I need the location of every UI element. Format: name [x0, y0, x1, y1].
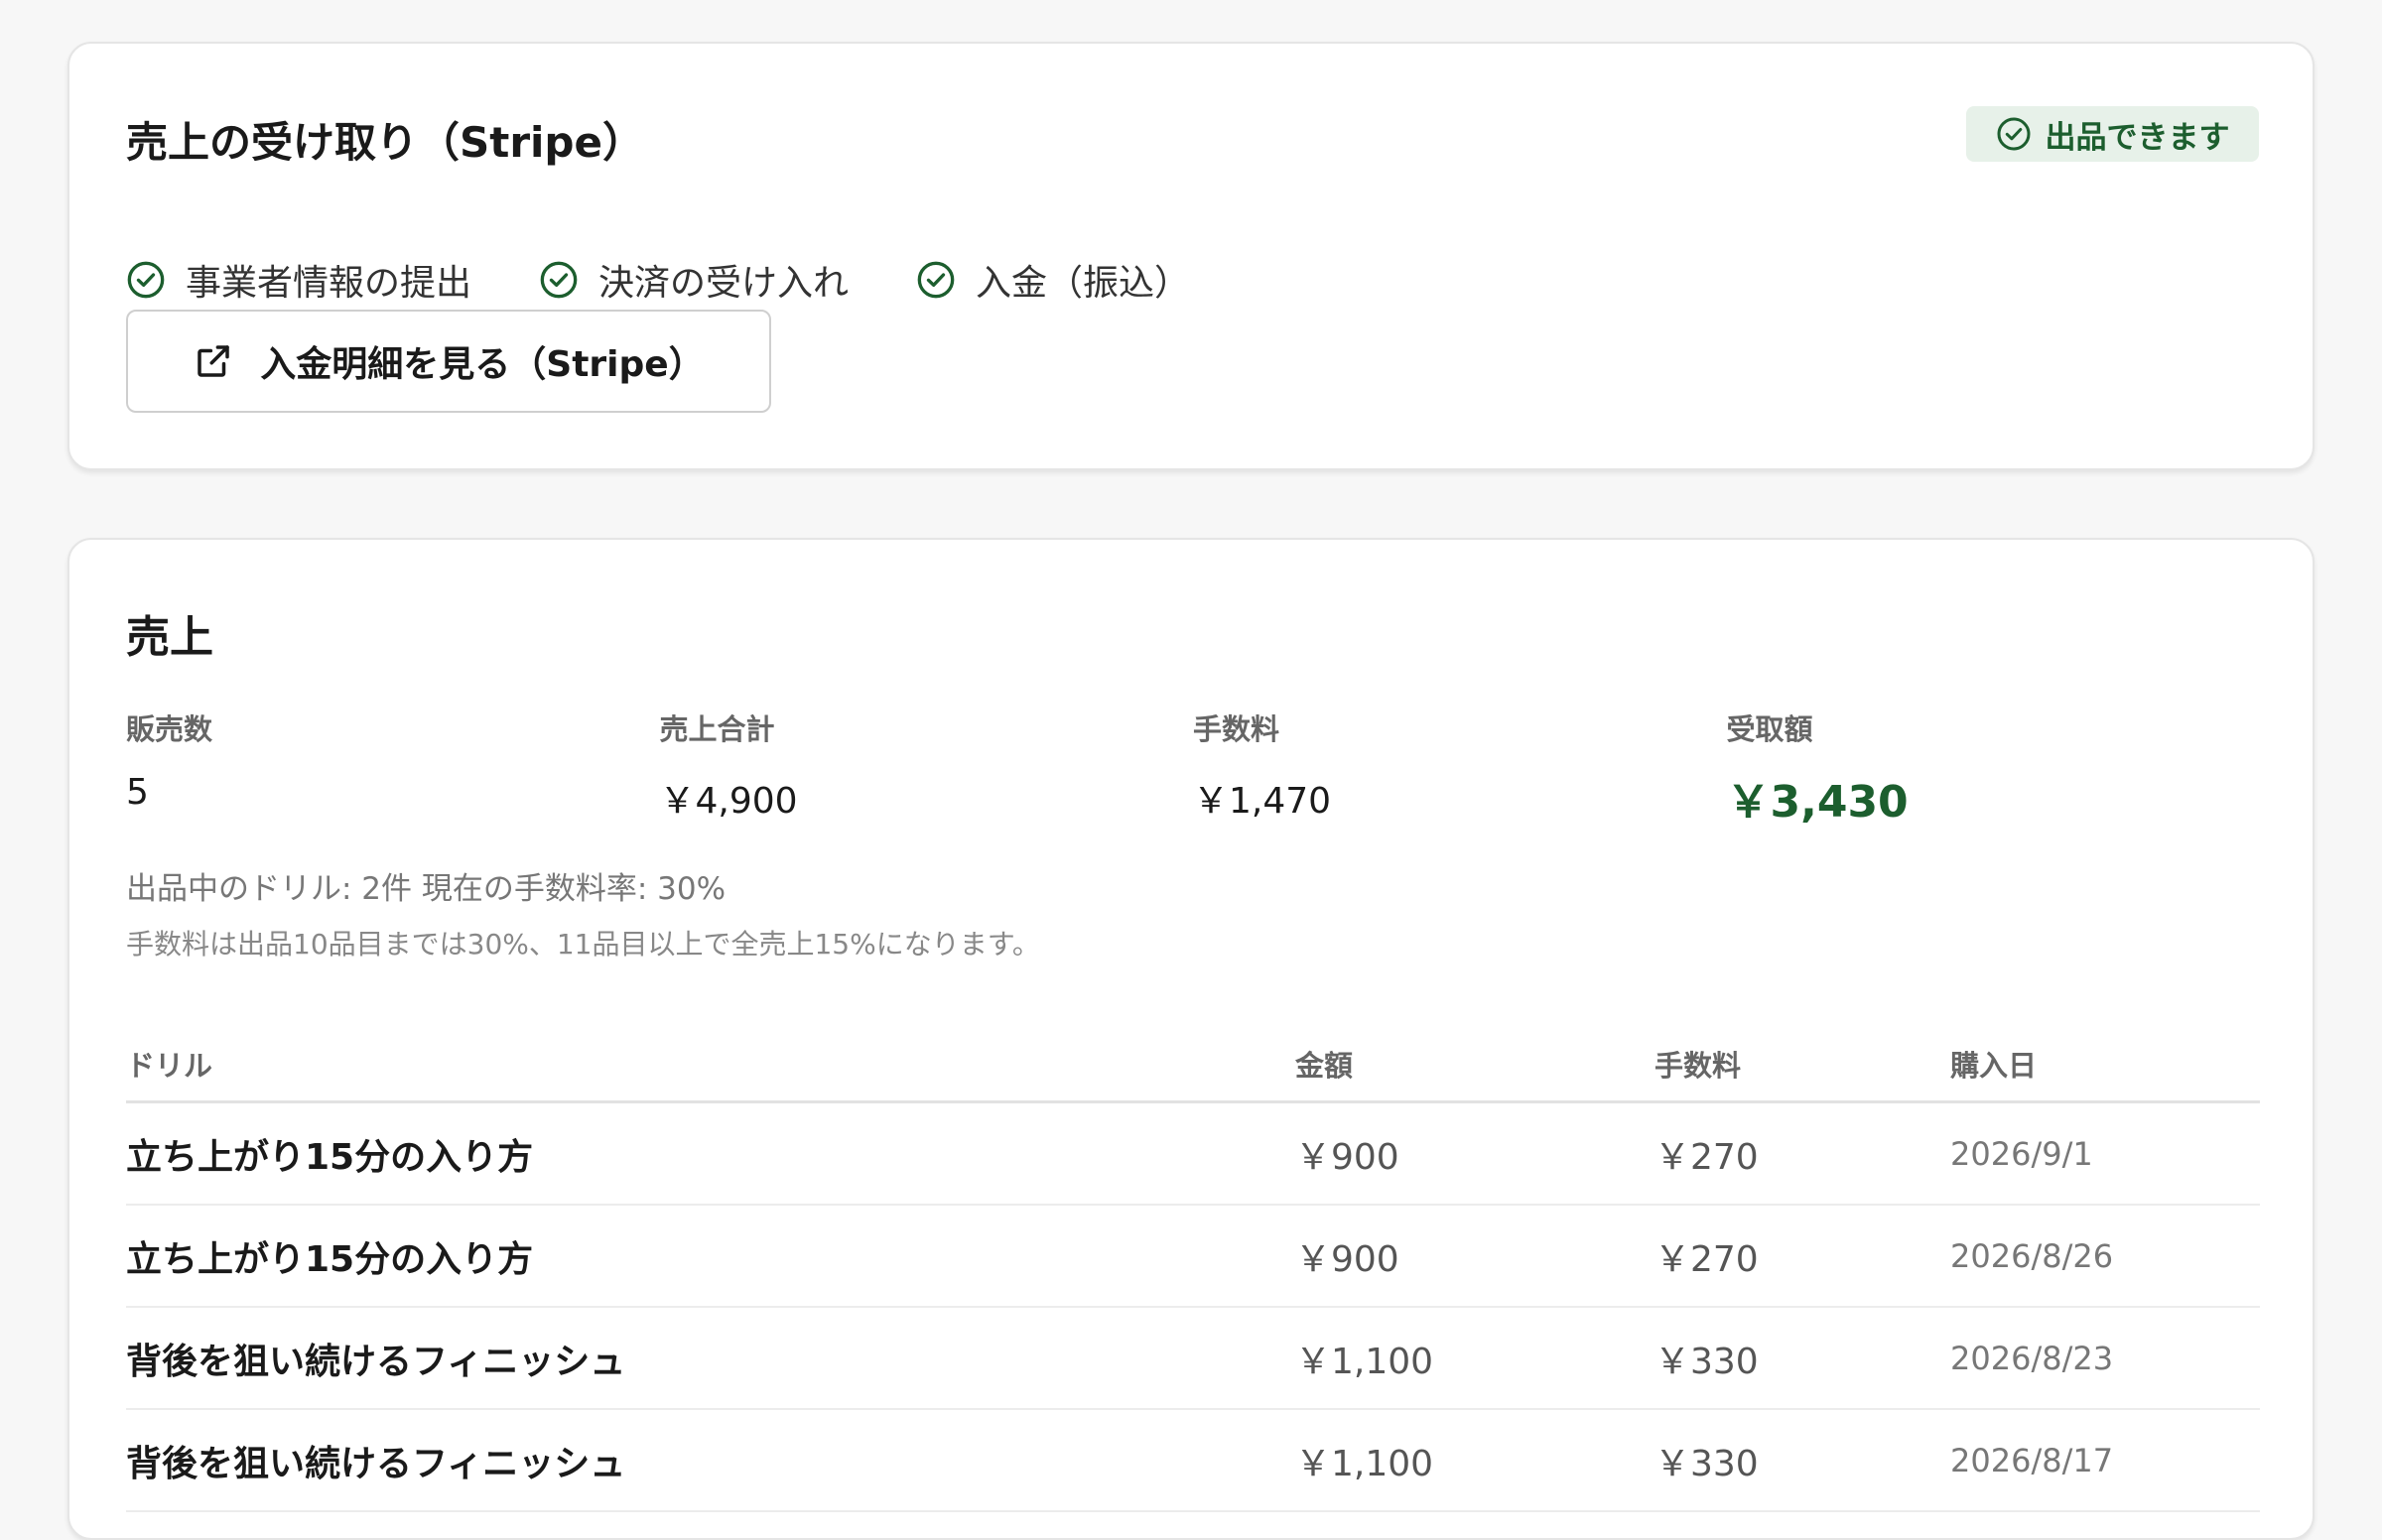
stripe-payout-card: 売上の受け取り（Stripe） 出品できます 事業者情報の提出 決済の受け入れ	[67, 42, 2315, 470]
table-header: ドリル 金額 手数料 購入日	[126, 1026, 2260, 1103]
cell-drill: 立ち上がり15分の入り方	[126, 1136, 534, 1178]
stat-fee: 手数料 ￥1,470	[1193, 706, 1727, 830]
cell-purchase-date: 2026/8/23	[1950, 1339, 2114, 1377]
cell-purchase-date: 2026/9/1	[1950, 1134, 2093, 1173]
status-badge-label: 出品できます	[2045, 119, 2230, 156]
cell-drill: 立ち上がり15分の入り方	[126, 1238, 534, 1280]
requirement-item: 事業者情報の提出	[126, 254, 471, 306]
stat-label: 売上合計	[659, 712, 775, 746]
stat-label: 手数料	[1193, 712, 1280, 746]
check-circle-icon	[1997, 117, 2030, 151]
requirement-label: 事業者情報の提出	[186, 263, 472, 304]
table-row: 立ち上がり15分の入り方 ￥900 ￥270 2026/8/26	[126, 1206, 2260, 1308]
cell-amount: ￥1,100	[1295, 1341, 1434, 1382]
status-badge: 出品できます	[1966, 106, 2259, 162]
external-link-icon	[198, 345, 230, 377]
requirement-item: 入金（振込）	[916, 254, 1190, 306]
table-row: 立ち上がり15分の入り方 ￥900 ￥270 2026/9/1	[126, 1103, 2260, 1206]
cell-fee: ￥270	[1654, 1136, 1759, 1178]
requirement-label: 入金（振込）	[976, 263, 1191, 304]
stat-value: ￥3,430	[1726, 777, 1909, 828]
stat-sales-total: 売上合計 ￥4,900	[660, 706, 1194, 830]
view-payouts-button[interactable]: 入金明細を見る（Stripe）	[126, 310, 771, 413]
column-header-amount: 金額	[1295, 1048, 1354, 1083]
cell-fee: ￥330	[1654, 1443, 1759, 1484]
requirement-list: 事業者情報の提出 決済の受け入れ 入金（振込）	[126, 254, 1257, 306]
column-header-drill: ドリル	[126, 1048, 213, 1083]
cell-purchase-date: 2026/8/17	[1950, 1441, 2114, 1479]
stripe-card-title: 売上の受け取り（Stripe）	[126, 118, 644, 167]
requirement-item: 決済の受け入れ	[539, 254, 849, 306]
cell-amount: ￥1,100	[1295, 1443, 1434, 1484]
stat-value: ￥1,470	[1193, 781, 1332, 822]
cell-amount: ￥900	[1295, 1136, 1399, 1178]
stat-value: ￥4,900	[659, 781, 798, 822]
stat-label: 販売数	[126, 712, 213, 746]
sales-card-title: 売上	[126, 612, 213, 663]
sales-card: 売上 販売数 5 売上合計 ￥4,900 手数料 ￥1,470 受取額 ￥3,4…	[67, 538, 2315, 1540]
cell-purchase-date: 2026/8/26	[1950, 1236, 2114, 1275]
cell-fee: ￥330	[1654, 1341, 1759, 1382]
column-header-fee: 手数料	[1654, 1048, 1742, 1083]
requirement-label: 決済の受け入れ	[598, 263, 850, 304]
fee-note: 手数料は出品10品目までは30%、11品目以上で全売上15%になります。	[126, 928, 1040, 961]
table-row: 背後を狙い続けるフィニッシュ ￥1,100 ￥330 2026/8/17	[126, 1410, 2260, 1512]
cell-drill: 背後を狙い続けるフィニッシュ	[126, 1341, 626, 1382]
view-payouts-button-label: 入金明細を見る（Stripe）	[260, 344, 705, 385]
listing-info: 出品中のドリル: 2件 現在の手数料率: 30%	[126, 871, 727, 907]
sales-stats: 販売数 5 売上合計 ￥4,900 手数料 ￥1,470 受取額 ￥3,430	[126, 706, 2260, 830]
check-circle-icon	[540, 261, 578, 299]
stat-net-amount: 受取額 ￥3,430	[1727, 706, 2261, 830]
stat-sales-count: 販売数 5	[126, 706, 660, 830]
cell-fee: ￥270	[1654, 1238, 1759, 1280]
stat-label: 受取額	[1726, 712, 1813, 746]
cell-amount: ￥900	[1295, 1238, 1399, 1280]
column-header-purchase-date: 購入日	[1950, 1048, 2038, 1083]
stat-value: 5	[126, 772, 149, 813]
check-circle-icon	[127, 261, 165, 299]
sales-table: ドリル 金額 手数料 購入日 立ち上がり15分の入り方 ￥900 ￥270 20…	[126, 1026, 2260, 1512]
cell-drill: 背後を狙い続けるフィニッシュ	[126, 1443, 626, 1484]
table-row: 背後を狙い続けるフィニッシュ ￥1,100 ￥330 2026/8/23	[126, 1308, 2260, 1410]
check-circle-icon	[917, 261, 955, 299]
